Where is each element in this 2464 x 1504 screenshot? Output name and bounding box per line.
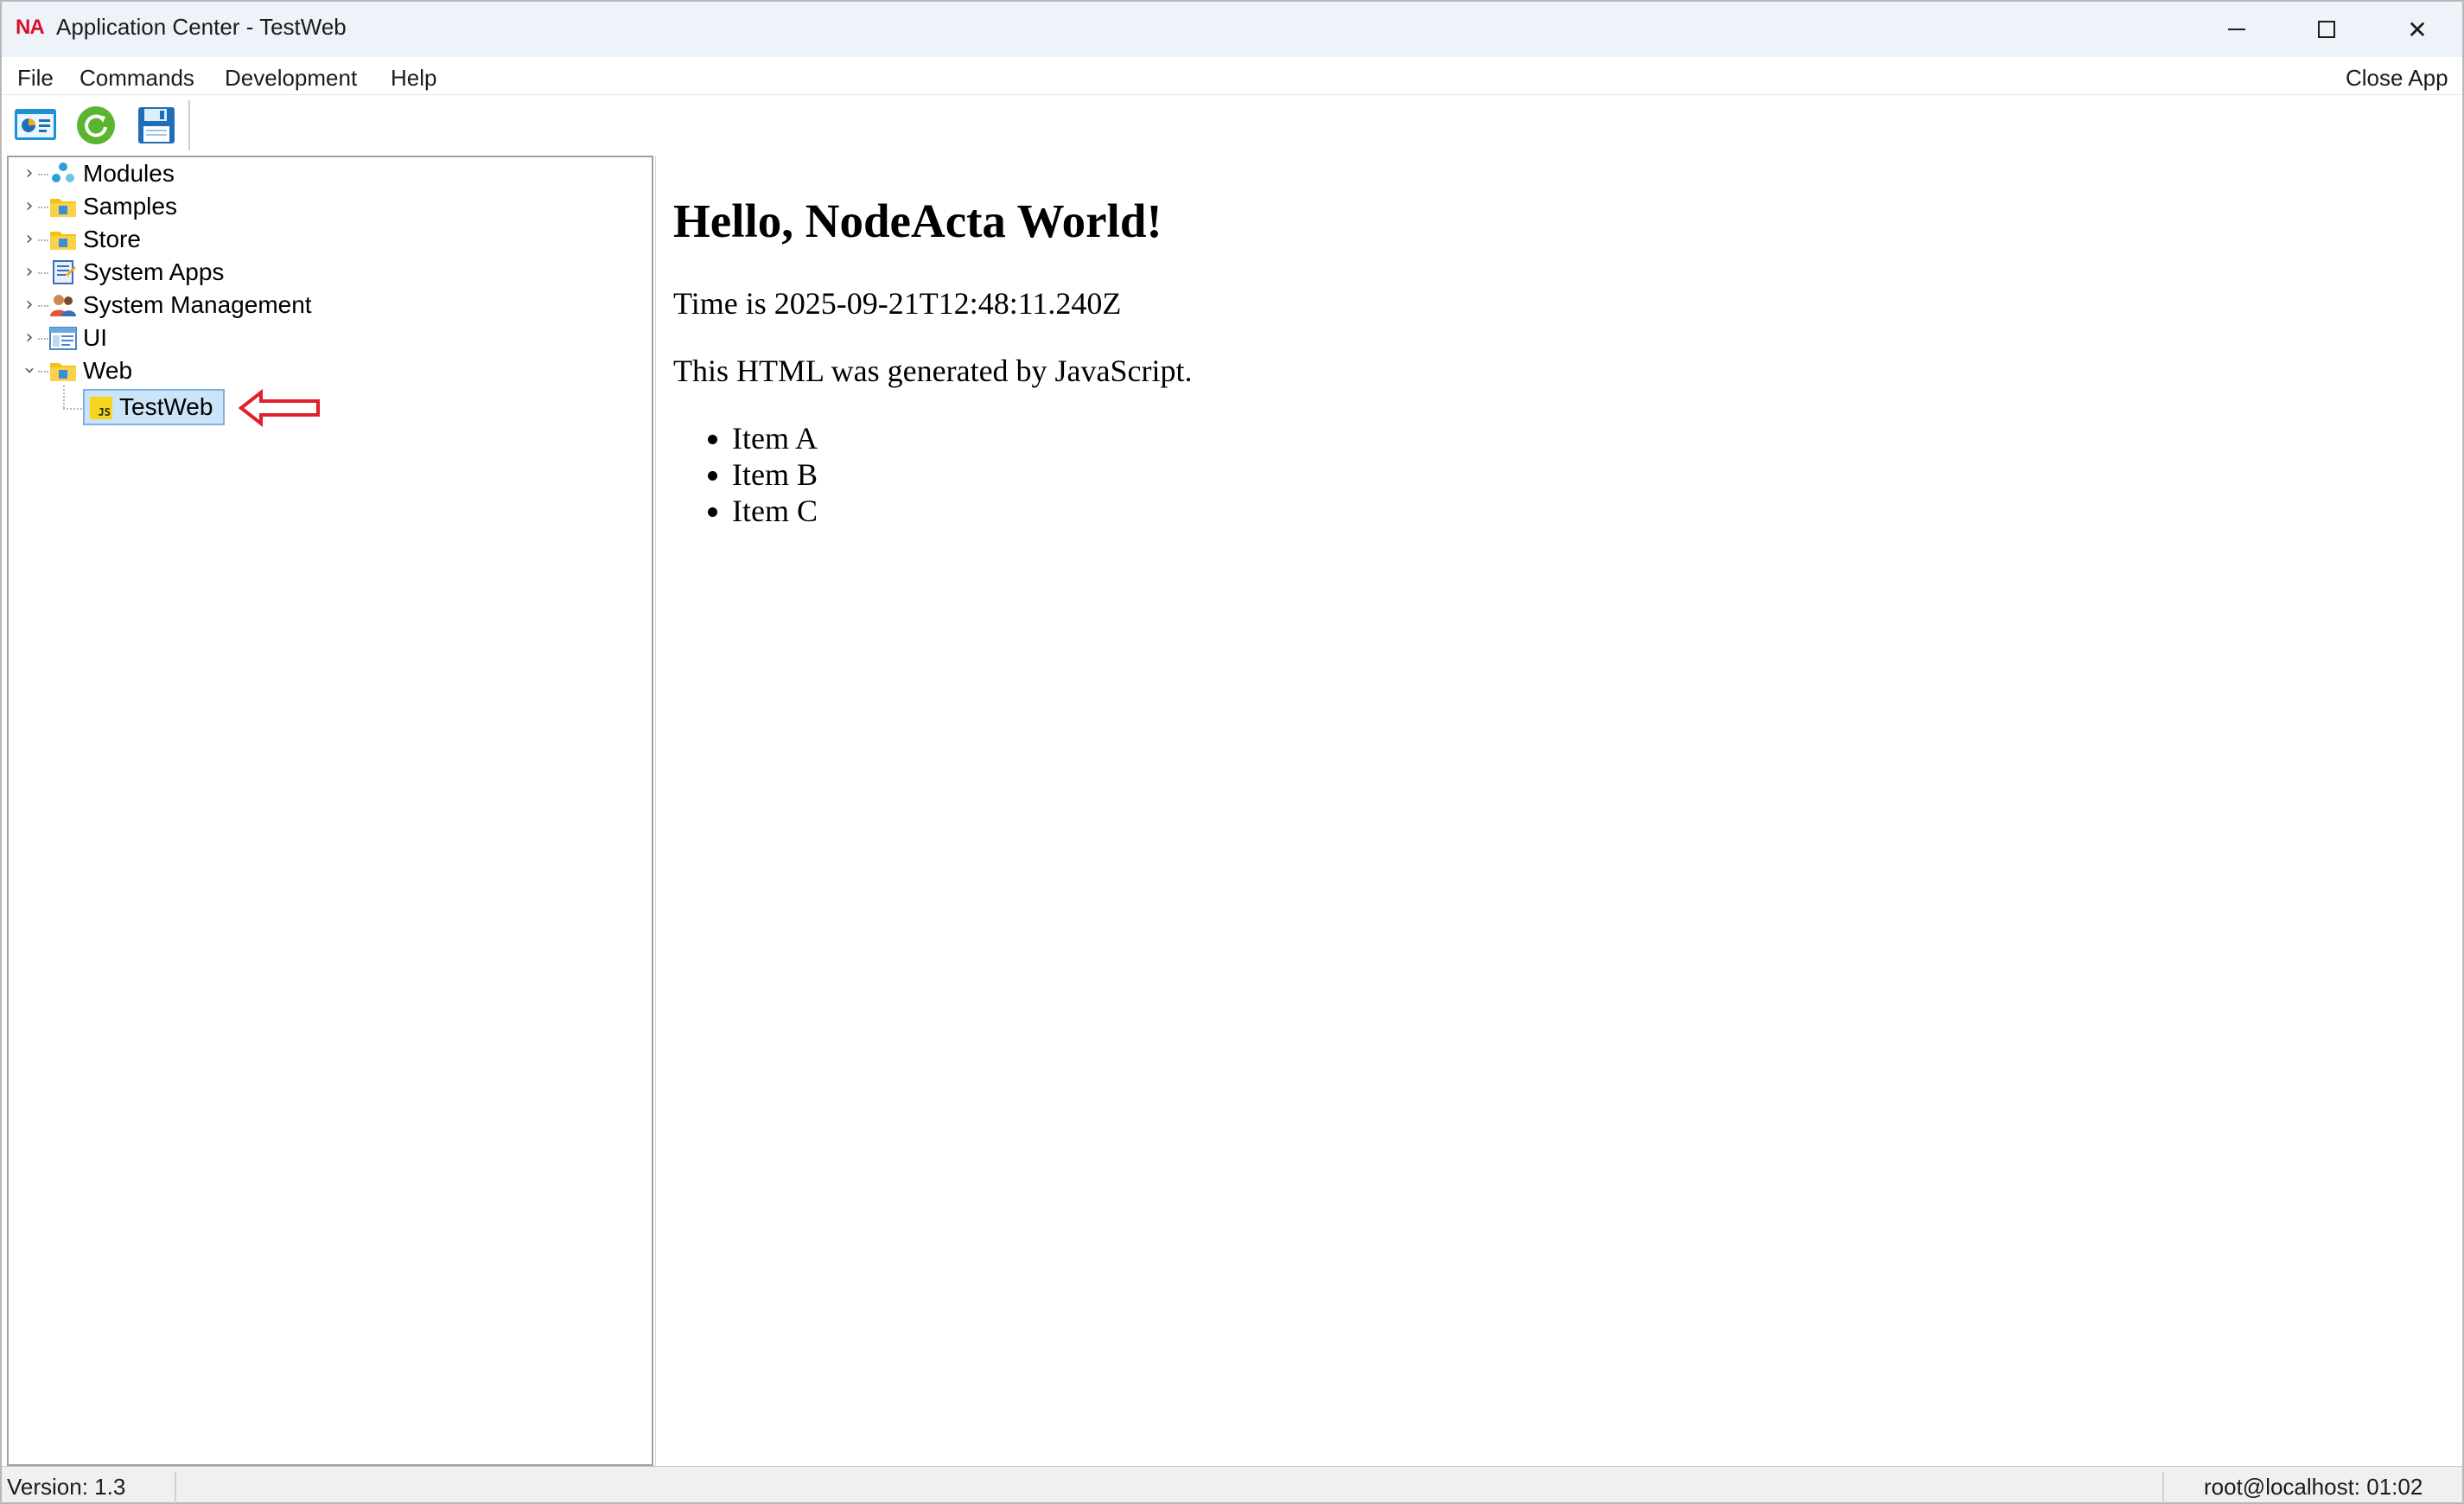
close-window-button[interactable]: ✕	[2374, 2, 2461, 57]
tree-item-label: Samples	[83, 193, 177, 220]
save-icon	[138, 107, 175, 143]
chevron-down-icon[interactable]: ›	[19, 362, 41, 379]
tree-item-label: UI	[83, 324, 107, 351]
tree-item-label: Store	[83, 226, 141, 252]
menu-file[interactable]: File	[17, 65, 54, 92]
tree-item-modules[interactable]: › Modules	[9, 157, 648, 190]
maximize-button[interactable]	[2283, 2, 2370, 57]
tree-item-system-management[interactable]: › System Management	[9, 289, 648, 322]
maximize-icon	[2318, 21, 2335, 38]
toolbar-separator	[188, 100, 190, 150]
menu-commands[interactable]: Commands	[80, 65, 194, 92]
menu-help[interactable]: Help	[391, 65, 436, 92]
folder-icon	[50, 199, 76, 217]
status-bar: Version: 1.3 root@localhost: 01:02	[2, 1466, 2462, 1502]
system-apps-icon	[53, 260, 76, 284]
folder-icon	[50, 232, 76, 250]
menu-bar: File Commands Development Help Close App	[2, 57, 2462, 95]
list-item: Item B	[732, 456, 818, 493]
js-file-icon: JS	[90, 397, 112, 419]
chevron-right-icon[interactable]: ›	[21, 163, 38, 184]
tree-item-label: System Apps	[83, 258, 225, 285]
time-text: Time is 2025-09-21T12:48:11.240Z	[673, 286, 1122, 321]
tree-item-label: Modules	[83, 160, 175, 187]
window-title: Application Center - TestWeb	[56, 14, 347, 40]
tree-item-ui[interactable]: › UI	[9, 322, 648, 354]
refresh-button[interactable]	[71, 102, 121, 149]
minimize-icon	[2228, 29, 2245, 30]
users-icon	[50, 295, 76, 316]
user-session-label: root@localhost: 01:02	[2204, 1474, 2423, 1500]
tree-item-label: System Management	[83, 291, 312, 318]
web-content-panel: Hello, NodeActa World! Time is 2025-09-2…	[655, 156, 2462, 1466]
tree-item-web[interactable]: › Web	[9, 354, 648, 387]
tree-item-store[interactable]: › Store	[9, 223, 648, 256]
minimize-button[interactable]	[2193, 2, 2280, 57]
page-heading: Hello, NodeActa World!	[673, 194, 1162, 247]
tree-item-samples[interactable]: › Samples	[9, 190, 648, 223]
refresh-icon	[77, 106, 115, 144]
item-list: Item A Item B Item C	[732, 420, 818, 529]
app-logo-icon: NA	[16, 16, 45, 39]
tree-guide	[63, 386, 65, 408]
chevron-right-icon[interactable]: ›	[21, 261, 38, 283]
tree-item-testweb[interactable]: JS TestWeb	[83, 389, 225, 425]
menu-development[interactable]: Development	[225, 65, 357, 92]
apps-button[interactable]	[10, 102, 60, 149]
chevron-right-icon[interactable]: ›	[21, 327, 38, 348]
list-item: Item A	[732, 420, 818, 456]
tree-panel[interactable]: › Modules › Samples › Store › System App…	[7, 156, 653, 1466]
close-icon: ✕	[2407, 16, 2428, 43]
close-app-button[interactable]: Close App	[2346, 65, 2448, 92]
title-bar[interactable]: NA Application Center - TestWeb ✕	[2, 2, 2462, 57]
status-separator	[175, 1472, 176, 1501]
chevron-right-icon[interactable]: ›	[21, 294, 38, 315]
app-window: NA Application Center - TestWeb ✕ File C…	[0, 0, 2464, 1504]
tree-item-label: TestWeb	[119, 393, 213, 420]
toolbar	[2, 95, 2462, 156]
save-button[interactable]	[131, 102, 181, 149]
tree-item-system-apps[interactable]: › System Apps	[9, 256, 648, 289]
status-separator	[2162, 1472, 2164, 1501]
modules-icon	[52, 163, 74, 182]
generated-text: This HTML was generated by JavaScript.	[673, 354, 1193, 388]
version-label: Version: 1.3	[7, 1474, 126, 1500]
annotation-arrow-icon	[239, 389, 320, 427]
ui-window-icon	[49, 327, 77, 350]
chevron-right-icon[interactable]: ›	[21, 228, 38, 250]
apps-icon	[15, 109, 56, 140]
folder-icon	[50, 363, 76, 381]
tree-item-label: Web	[83, 357, 133, 384]
tree-guide	[63, 408, 82, 410]
chevron-right-icon[interactable]: ›	[21, 195, 38, 217]
list-item: Item C	[732, 493, 818, 529]
